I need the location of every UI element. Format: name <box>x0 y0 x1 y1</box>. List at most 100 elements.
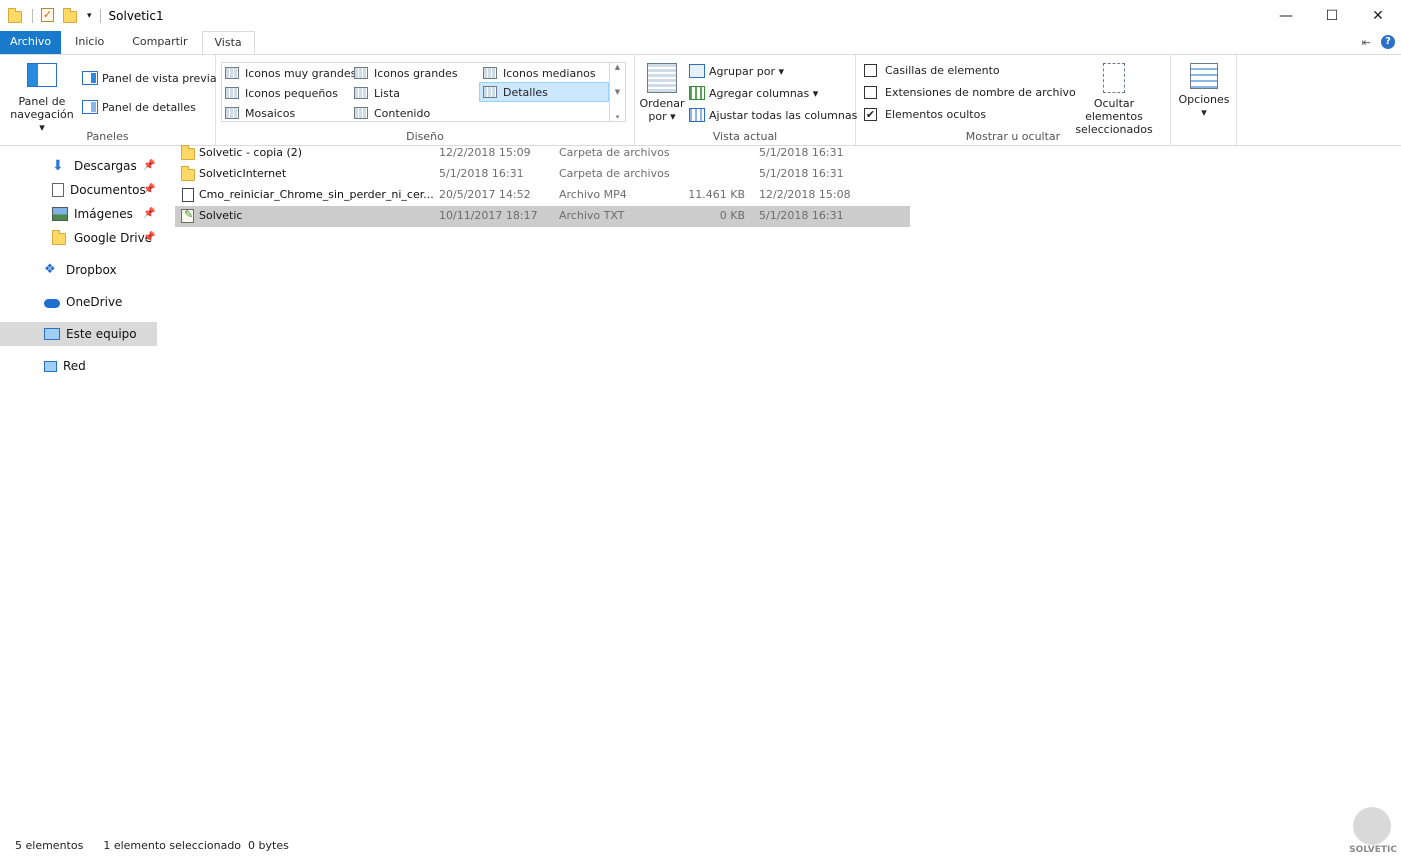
layout-details[interactable]: Detalles <box>479 82 609 102</box>
hidden-items-option[interactable]: ✔ Elementos ocultos <box>864 104 986 124</box>
show-hide-group: Casillas de elemento Extensiones de nomb… <box>856 55 1171 145</box>
preview-pane-button[interactable]: Panel de vista previa <box>82 68 217 88</box>
nav-item-imagenes[interactable]: Imágenes <box>52 203 133 225</box>
pin-icon[interactable]: 📌 <box>143 160 155 171</box>
file-extensions-label: Extensiones de nombre de archivo <box>885 85 1076 99</box>
add-columns-button[interactable]: Agregar columnas ▾ <box>689 83 818 103</box>
tab-inicio[interactable]: Inicio <box>61 31 118 54</box>
maximize-button[interactable]: ☐ <box>1309 0 1355 31</box>
properties-icon[interactable]: ✓ <box>41 7 57 24</box>
hide-selected-icon <box>1103 63 1125 93</box>
watermark-text: SOLVETIC <box>1349 845 1397 855</box>
tab-vista[interactable]: Vista <box>201 31 255 55</box>
list-item[interactable]: Solvetic 10/11/2017 18:17 Archivo TXT 0 … <box>175 206 910 227</box>
nav-item-label: Este equipo <box>66 327 137 341</box>
file-date-created: 5/1/2018 16:31 <box>759 209 844 222</box>
layout-gallery-scroll[interactable]: ▲ ▼ ▾ <box>609 63 625 121</box>
network-icon <box>44 360 57 372</box>
group-by-label: Agrupar por ▾ <box>709 64 784 78</box>
item-checkboxes-label: Casillas de elemento <box>885 63 1000 77</box>
group-by-button[interactable]: Agrupar por ▾ <box>689 61 784 81</box>
toolbar-divider <box>32 8 33 23</box>
nav-item-google-drive[interactable]: Google Drive <box>52 227 152 249</box>
layout-list[interactable]: Lista <box>351 83 400 103</box>
layout-content[interactable]: Contenido <box>351 103 430 123</box>
scroll-down-icon[interactable]: ▼ <box>615 88 620 96</box>
layout-label: Detalles <box>503 85 548 99</box>
nav-item-onedrive[interactable]: OneDrive <box>44 291 122 313</box>
file-type: Archivo MP4 <box>559 188 627 201</box>
fit-columns-icon <box>689 108 705 122</box>
layout-large-icons[interactable]: Iconos grandes <box>351 63 458 83</box>
dropbox-icon: ❖ <box>44 262 56 277</box>
add-columns-label: Agregar columnas ▾ <box>709 86 819 100</box>
folder-icon <box>181 166 195 181</box>
nav-item-label: Dropbox <box>66 263 117 277</box>
options-icon <box>1190 63 1218 89</box>
layout-small-icons[interactable]: Iconos pequeños <box>222 83 338 103</box>
fit-columns-button[interactable]: Ajustar todas las columnas <box>689 105 857 125</box>
item-count: 5 elementos <box>15 838 84 852</box>
fit-columns-label: Ajustar todas las columnas <box>709 108 858 122</box>
sort-by-icon <box>647 63 677 93</box>
list-item[interactable]: SolveticInternet 5/1/2018 16:31 Carpeta … <box>175 164 910 185</box>
layout-label: Iconos muy grandes <box>245 66 357 80</box>
navigation-pane-label: Panel de <box>18 95 66 108</box>
close-button[interactable]: ✕ <box>1355 0 1401 31</box>
file-date-modified: 5/1/2018 16:31 <box>439 167 524 180</box>
item-checkboxes-option[interactable]: Casillas de elemento <box>864 60 1000 80</box>
customize-toolbar-chevron-icon[interactable]: ▾ <box>87 11 92 21</box>
hidden-items-checkbox[interactable]: ✔ <box>864 107 877 121</box>
tab-archivo[interactable]: Archivo <box>0 31 62 54</box>
list-item[interactable]: Solvetic - copia (2) 12/2/2018 15:09 Car… <box>175 143 910 164</box>
file-extensions-option[interactable]: Extensiones de nombre de archivo <box>864 82 1076 102</box>
navigation-pane-button[interactable]: Panel de navegación ▾ <box>6 63 78 134</box>
details-pane-button[interactable]: Panel de detalles <box>82 97 196 117</box>
layout-extra-large-icons[interactable]: Iconos muy grandes <box>222 63 356 83</box>
pin-ribbon-icon[interactable]: ⇤ <box>1362 36 1371 49</box>
navigation-pane-icon <box>27 63 57 87</box>
folder-icon[interactable] <box>8 7 24 24</box>
small-icons-icon <box>225 87 239 99</box>
pin-icon[interactable]: 📌 <box>143 208 155 219</box>
nav-item-label: Descargas <box>74 159 137 173</box>
nav-item-dropbox[interactable]: ❖ Dropbox <box>44 259 117 281</box>
list-item[interactable]: Cmo_reiniciar_Chrome_sin_perder_ni_cer..… <box>175 185 910 206</box>
nav-item-red[interactable]: Red <box>44 355 86 377</box>
file-type: Carpeta de archivos <box>559 167 670 180</box>
hide-selected-button[interactable]: Ocultar elementos seleccionados <box>1064 63 1164 136</box>
new-folder-icon[interactable] <box>63 7 79 24</box>
file-extensions-checkbox[interactable] <box>864 85 877 99</box>
minimize-button[interactable]: — <box>1263 0 1309 31</box>
scroll-up-icon[interactable]: ▲ <box>615 63 620 71</box>
tab-compartir[interactable]: Compartir <box>118 31 201 54</box>
options-button[interactable]: Opciones ▾ <box>1173 63 1235 119</box>
file-name: Solvetic <box>199 209 243 222</box>
help-icon[interactable]: ? <box>1381 35 1395 49</box>
pin-icon[interactable]: 📌 <box>143 232 155 243</box>
window-title: Solvetic1 <box>108 8 164 23</box>
layout-label: Iconos grandes <box>374 66 458 80</box>
title-bar: ✓ ▾ Solvetic1 — ☐ ✕ <box>0 0 1401 31</box>
ribbon-tabs: Archivo Inicio Compartir Vista ⇤ ? <box>0 31 1401 55</box>
pin-icon[interactable]: 📌 <box>143 184 155 195</box>
layout-medium-icons[interactable]: Iconos medianos <box>480 63 596 83</box>
options-group: Opciones ▾ <box>1171 55 1237 145</box>
group-label-current-view: Vista actual <box>712 130 778 143</box>
preview-pane-label: Panel de vista previa <box>102 71 217 85</box>
layout-gallery: Iconos muy grandes Iconos grandes Iconos… <box>221 62 626 122</box>
file-name: SolveticInternet <box>199 167 287 180</box>
layout-tiles[interactable]: Mosaicos <box>222 103 295 123</box>
large-icons-icon <box>354 67 368 79</box>
sort-by-button[interactable]: Ordenar por ▾ <box>637 63 687 123</box>
expand-gallery-icon[interactable]: ▾ <box>616 113 620 121</box>
nav-item-documentos[interactable]: Documentos <box>52 179 146 201</box>
layout-label: Iconos pequeños <box>245 86 338 100</box>
file-size: 11.461 KB <box>688 188 745 201</box>
nav-item-descargas[interactable]: ⬇ Descargas <box>52 155 137 177</box>
file-date-created: 5/1/2018 16:31 <box>759 167 844 180</box>
group-label-show-hide: Mostrar u ocultar <box>965 130 1061 143</box>
item-checkboxes-checkbox[interactable] <box>864 63 877 77</box>
options-chevron-down-icon: ▾ <box>1201 106 1207 119</box>
nav-item-este-equipo[interactable]: Este equipo <box>0 322 157 346</box>
